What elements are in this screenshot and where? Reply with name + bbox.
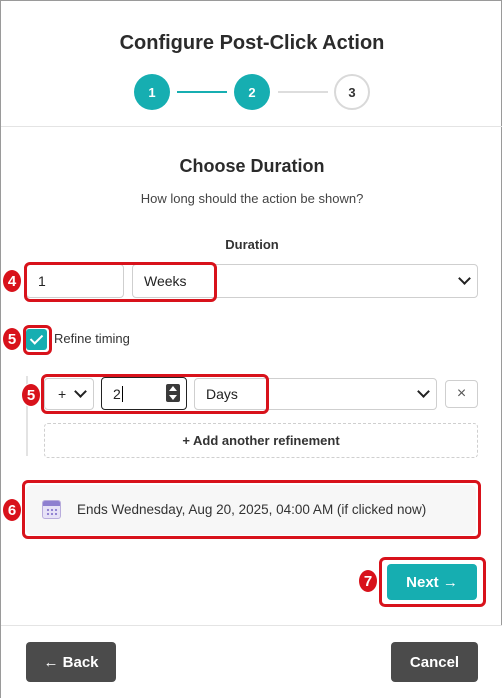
- back-button[interactable]: ← Back: [26, 642, 116, 682]
- annotation-badge-5b: 5: [21, 383, 41, 407]
- annotation-box-4: [24, 262, 217, 302]
- cancel-button[interactable]: Cancel: [391, 642, 478, 682]
- dialog-header: Configure Post-Click Action 1 2 3: [1, 1, 502, 127]
- dialog-title: Configure Post-Click Action: [119, 32, 385, 54]
- close-icon: ×: [456, 385, 467, 402]
- chevron-down-icon: [458, 272, 471, 285]
- duration-label: Duration: [225, 237, 279, 252]
- step-1: 1: [134, 74, 170, 110]
- annotation-badge-7: 7: [358, 569, 378, 593]
- dialog: Configure Post-Click Action 1 2 3 Choose…: [0, 0, 502, 698]
- remove-refinement-button[interactable]: ×: [445, 380, 478, 408]
- annotation-badge-4: 4: [2, 269, 22, 293]
- step-3: 3: [334, 74, 370, 110]
- section-subtitle: How long should the action be shown?: [140, 191, 364, 206]
- annotation-box-5b: [41, 374, 269, 414]
- annotation-box-6: [22, 480, 481, 539]
- refine-timing-label: Refine timing: [54, 331, 130, 346]
- chevron-down-icon: [417, 385, 430, 398]
- step-connector-2: [278, 91, 328, 93]
- section-title: Choose Duration: [179, 156, 325, 176]
- add-refinement-button[interactable]: + Add another refinement: [44, 423, 478, 458]
- step-2: 2: [234, 74, 270, 110]
- annotation-badge-6: 6: [2, 498, 22, 522]
- annotation-box-7: [379, 557, 486, 607]
- annotation-badge-5a: 5: [2, 327, 22, 351]
- step-connector-1: [177, 91, 227, 93]
- annotation-box-5a: [23, 325, 52, 355]
